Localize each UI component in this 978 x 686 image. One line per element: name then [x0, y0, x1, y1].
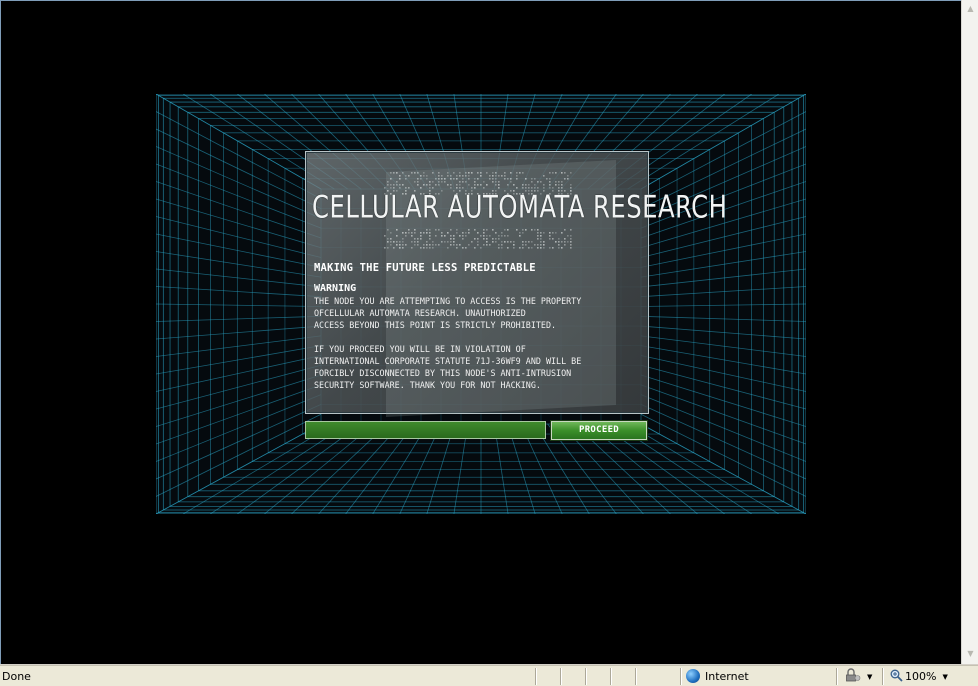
scroll-up-arrow-icon[interactable]: ▲ — [963, 1, 978, 17]
warning-paragraph-1: THE NODE YOU ARE ATTEMPTING TO ACCESS IS… — [314, 296, 582, 330]
warning-paragraph-2: IF YOU PROCEED YOU WILL BE IN VIOLATION … — [314, 344, 582, 390]
status-bar: Done Internet ▼ 100% ▼ — [0, 665, 978, 686]
tagline: MAKING THE FUTURE LESS PREDICTABLE — [314, 262, 536, 274]
globe-icon — [686, 669, 700, 683]
chevron-down-icon: ▼ — [867, 673, 873, 681]
access-code-input[interactable] — [305, 421, 546, 439]
page-title: CELLULAR AUTOMATA RESEARCH — [312, 189, 728, 226]
status-divider — [585, 668, 587, 685]
zone-label: Internet — [705, 670, 749, 683]
proceed-button[interactable]: PROCEED — [551, 421, 647, 440]
status-divider — [635, 668, 637, 685]
zoom-level: 100% — [905, 670, 937, 683]
security-zone[interactable]: Internet — [686, 668, 749, 685]
browser-viewport: CELLULAR AUTOMATA RESEARCH MAKING THE FU… — [0, 0, 962, 664]
protected-mode-button[interactable]: ▼ — [845, 668, 872, 685]
chevron-down-icon: ▼ — [942, 673, 948, 681]
zoom-control[interactable]: 100% ▼ — [890, 668, 948, 685]
status-divider — [680, 668, 682, 685]
scroll-down-arrow-icon[interactable]: ▼ — [963, 646, 978, 662]
warning-panel: CELLULAR AUTOMATA RESEARCH MAKING THE FU… — [305, 151, 728, 418]
flash-scene: CELLULAR AUTOMATA RESEARCH MAKING THE FU… — [156, 94, 806, 514]
status-divider — [836, 668, 838, 685]
lock-icon — [846, 668, 861, 682]
status-divider — [610, 668, 612, 685]
status-divider — [882, 668, 884, 685]
magnifier-icon — [890, 669, 903, 682]
status-divider — [560, 668, 562, 685]
vertical-scrollbar[interactable]: ▲ ▼ — [961, 0, 978, 664]
status-divider — [535, 668, 537, 685]
warning-heading: WARNING — [314, 283, 357, 294]
status-text: Done — [2, 670, 31, 683]
